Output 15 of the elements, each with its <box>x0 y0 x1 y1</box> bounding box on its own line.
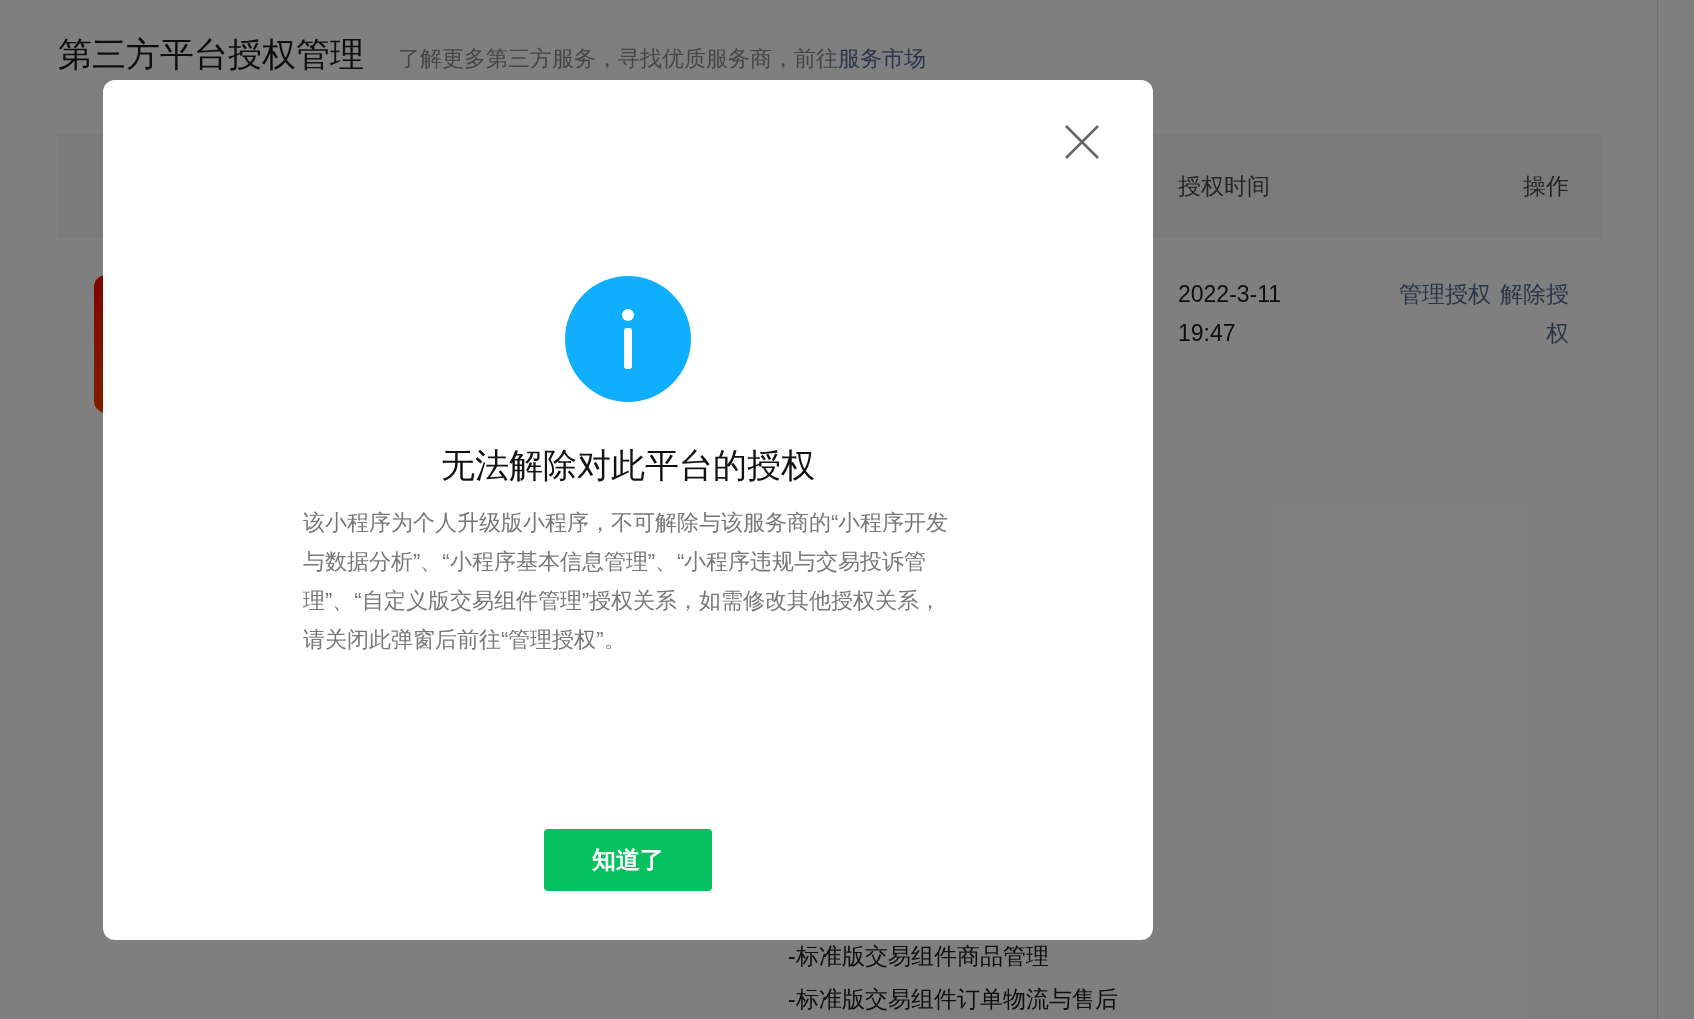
dialog-message: 该小程序为个人升级版小程序，不可解除与该服务商的“小程序开发与数据分析”、“小程序基本信息管理”、“小程序违规与交易投诉管理”、“自定义版交易组件管理”授权关系，如需修改其他授权关系，请关闭此弹窗后前往“管理授权”。 <box>303 509 950 654</box>
service-market-link[interactable]: 服务市场 <box>838 46 926 71</box>
column-header: 操作 <box>1523 171 1570 201</box>
auth-time: 2022-3-11 19:47 <box>1178 280 1283 348</box>
permission-item: -标准版交易组件订单物流与售后 <box>788 984 1119 1014</box>
permission-item: -标准版交易组件商品管理 <box>788 942 1050 971</box>
confirm-button[interactable]: 知道了 <box>544 829 712 891</box>
manage-link[interactable]: 管理授权 <box>1399 275 1491 314</box>
revoke-link[interactable]: 解除授权 <box>1499 275 1569 353</box>
close-icon[interactable] <box>1064 124 1100 160</box>
column-header: 授权时间 <box>1178 171 1270 201</box>
page-subtitle: 了解更多第三方服务，寻找优质服务商，前往服务市场 <box>398 45 926 73</box>
dialog-title: 无法解除对此平台的授权 <box>441 445 815 486</box>
page-title: 第三方平台授权管理 <box>58 34 364 75</box>
info-icon <box>565 276 691 402</box>
